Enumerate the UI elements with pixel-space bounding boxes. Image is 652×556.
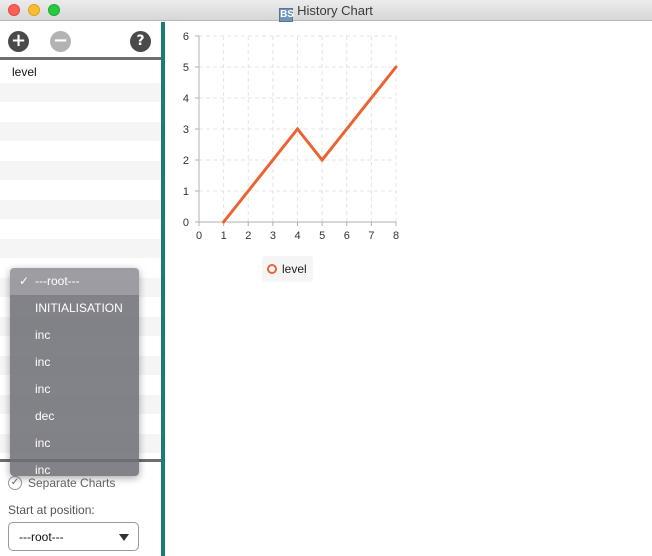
dropdown-option[interactable]: inc: [10, 430, 139, 457]
separate-charts-checkbox[interactable]: ✓: [8, 476, 22, 490]
x-tick-label: 1: [221, 230, 227, 242]
chevron-down-icon: [119, 534, 129, 541]
dropdown-option-label: ---root---: [35, 274, 80, 288]
dropdown-option[interactable]: dec: [10, 403, 139, 430]
variable-item-level[interactable]: level: [0, 63, 37, 81]
start-position-dropdown: ✓ ---root--- INITIALISATION inc inc inc dec inc…: [10, 268, 139, 476]
dropdown-option[interactable]: inc: [10, 376, 139, 403]
series-point: [296, 127, 299, 131]
list-row: [0, 160, 162, 180]
add-variable-button[interactable]: +: [8, 31, 29, 52]
legend-marker-icon: [267, 264, 277, 274]
dropdown-option-label: inc: [35, 328, 51, 342]
checkmark-icon: ✓: [19, 274, 30, 288]
separate-charts-label: Separate Charts: [28, 476, 116, 490]
legend-label-level: level: [282, 262, 307, 276]
x-tick-label: 0: [196, 230, 202, 242]
x-tick-label: 2: [245, 230, 251, 242]
title-bar: BS History Chart: [0, 0, 652, 22]
list-row: [0, 219, 162, 239]
dropdown-option[interactable]: inc: [10, 349, 139, 376]
variables-toolbar: + − ?: [0, 22, 162, 60]
y-tick-label: 1: [183, 186, 189, 198]
list-row: [0, 121, 162, 141]
checkmark-icon: ✓: [10, 477, 20, 488]
y-tick-label: 6: [183, 31, 189, 43]
list-row: [0, 238, 162, 258]
dropdown-option-label: inc: [35, 436, 51, 450]
history-chart: 0 1 2 3 4 5 6 7 8 0 1 2 3 4 5 6: [183, 31, 399, 242]
start-position-label: Start at position:: [8, 503, 95, 517]
dropdown-option-label: INITIALISATION: [35, 301, 123, 315]
question-circle-icon: ?: [136, 33, 145, 49]
list-row: [0, 82, 162, 102]
y-tick-label: 3: [183, 124, 189, 136]
start-position-value: ---root---: [19, 530, 64, 544]
series-point: [320, 158, 324, 162]
x-tick-label: 8: [393, 230, 399, 242]
dropdown-option-label: inc: [35, 382, 51, 396]
list-row: [0, 180, 162, 200]
dropdown-option[interactable]: inc: [10, 322, 139, 349]
list-row: [0, 102, 162, 122]
window-title-wrap: BS History Chart: [0, 3, 652, 22]
window-title: History Chart: [297, 3, 373, 18]
series-point: [394, 65, 398, 69]
series-point: [222, 220, 226, 224]
x-tick-label: 3: [270, 230, 276, 242]
chart-legend: level: [262, 256, 313, 282]
plus-circle-icon: +: [10, 30, 27, 51]
dropdown-option-label: inc: [35, 355, 51, 369]
dropdown-option-label: inc: [35, 463, 51, 476]
x-tick-label: 5: [319, 230, 325, 242]
app-icon: BS: [279, 8, 294, 22]
series-line-level: [222, 66, 398, 223]
y-tick-label: 0: [183, 217, 189, 229]
start-position-select[interactable]: ---root---: [8, 522, 139, 551]
chart-area: 0 1 2 3 4 5 6 7 8 0 1 2 3 4 5 6: [165, 22, 652, 556]
list-row: [0, 199, 162, 219]
list-row: [0, 141, 162, 161]
help-button[interactable]: ?: [130, 31, 151, 52]
remove-variable-button[interactable]: −: [50, 31, 71, 52]
x-tick-label: 4: [294, 230, 300, 242]
x-tick-label: 7: [368, 230, 374, 242]
dropdown-option-label: dec: [35, 409, 55, 423]
y-tick-label: 4: [183, 93, 189, 105]
x-tick-label: 6: [344, 230, 350, 242]
dropdown-option[interactable]: ✓ ---root---: [10, 268, 139, 295]
y-tick-label: 2: [183, 155, 189, 167]
dropdown-option[interactable]: inc: [10, 457, 139, 476]
dropdown-option[interactable]: INITIALISATION: [10, 295, 139, 322]
minus-circle-icon: −: [52, 30, 69, 51]
y-tick-label: 5: [183, 62, 189, 74]
